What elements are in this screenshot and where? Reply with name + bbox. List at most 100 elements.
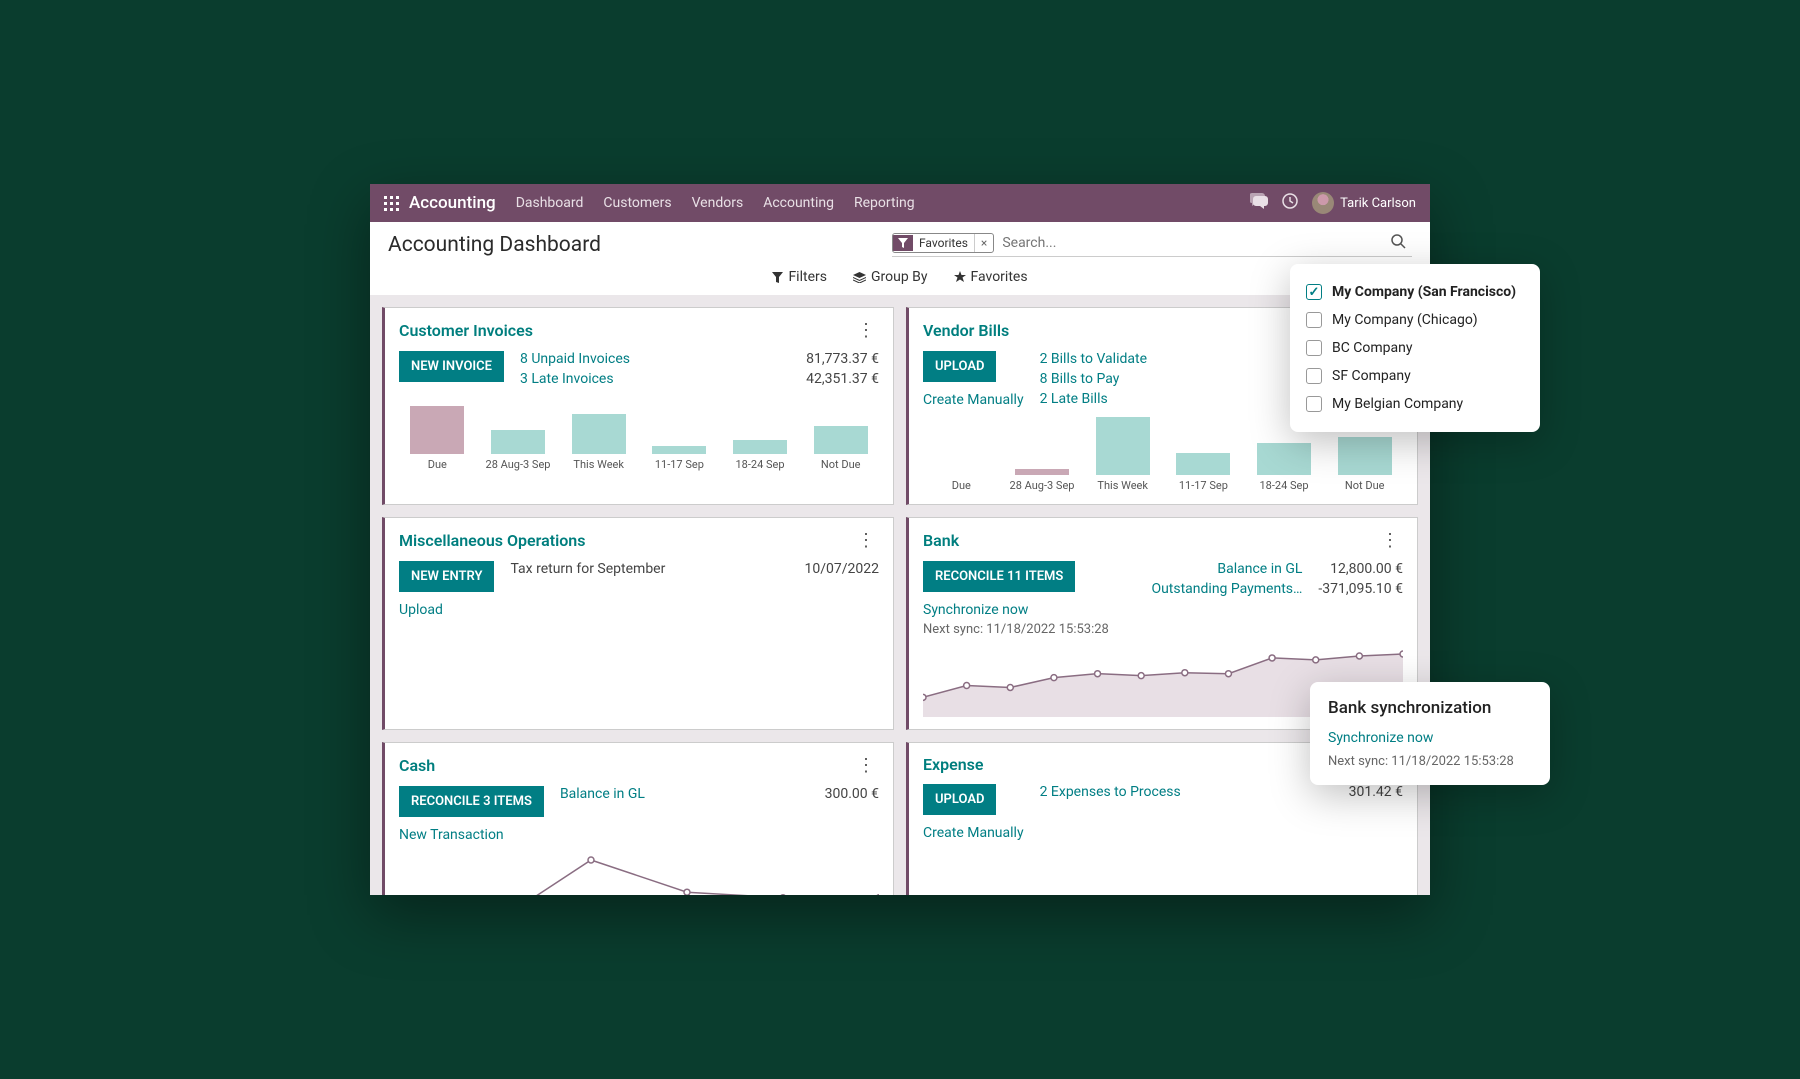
chip-label: Favorites [913, 234, 974, 252]
company-selector-popover: My Company (San Francisco) My Company (Ch… [1290, 264, 1540, 432]
new-entry-button[interactable]: NEW ENTRY [399, 561, 494, 592]
chart-label: 11-17 Sep [1179, 479, 1228, 492]
nav-dashboard[interactable]: Dashboard [516, 195, 584, 211]
messages-icon[interactable] [1250, 193, 1268, 213]
brand[interactable]: Accounting [409, 193, 496, 213]
topbar-right: Tarik Carlson [1250, 192, 1416, 214]
checkbox[interactable] [1306, 284, 1322, 300]
create-manually-link[interactable]: Create Manually [923, 392, 1024, 408]
nav-accounting[interactable]: Accounting [763, 195, 834, 211]
chart-label: This Week [1097, 479, 1148, 492]
new-invoice-button[interactable]: NEW INVOICE [399, 351, 504, 382]
apps-icon[interactable] [384, 196, 399, 211]
nav-reporting[interactable]: Reporting [854, 195, 915, 211]
chart-bar [1257, 443, 1311, 475]
chart-label: 28 Aug-3 Sep [486, 458, 551, 471]
chart-bar [410, 406, 464, 454]
upload-link[interactable]: Upload [399, 602, 443, 618]
company-option[interactable]: My Company (San Francisco) [1306, 278, 1524, 306]
search-input[interactable] [994, 232, 1385, 254]
new-transaction-link[interactable]: New Transaction [399, 827, 504, 843]
card-title[interactable]: Miscellaneous Operations [399, 531, 853, 550]
cash-balance: 300.00 € [825, 786, 879, 802]
create-manually-link[interactable]: Create Manually [923, 825, 1024, 841]
tax-return-date: 10/07/2022 [805, 561, 880, 577]
company-label: My Company (San Francisco) [1332, 284, 1516, 300]
groupby-button[interactable]: Group By [853, 269, 928, 285]
cash-line-chart [399, 853, 879, 895]
unpaid-amount: 81,773.37 € [806, 351, 879, 367]
nav-vendors[interactable]: Vendors [692, 195, 744, 211]
outstanding-link[interactable]: Outstanding Payments… [1151, 581, 1302, 597]
company-option[interactable]: My Belgian Company [1306, 390, 1524, 418]
unpaid-invoices-link[interactable]: 8 Unpaid Invoices [520, 351, 790, 367]
next-sync-text: Next sync: 11/18/2022 15:53:28 [923, 622, 1109, 637]
chart-bar [1176, 453, 1230, 475]
search-chip-favorites: Favorites × [892, 233, 994, 253]
filter-icon [893, 235, 913, 251]
invoice-bar-chart: Due28 Aug-3 SepThis Week11-17 Sep18-24 S… [399, 401, 879, 471]
card-customer-invoices: Customer Invoices ⋮ NEW INVOICE 8 Unpaid… [382, 307, 894, 505]
card-misc-operations: Miscellaneous Operations ⋮ NEW ENTRY Upl… [382, 517, 894, 730]
layers-icon [853, 272, 866, 283]
upload-button[interactable]: UPLOAD [923, 351, 996, 382]
checkbox[interactable] [1306, 368, 1322, 384]
chart-label: Not Due [1345, 479, 1385, 492]
late-amount: 42,351.37 € [806, 371, 879, 387]
card-title[interactable]: Bank [923, 531, 1377, 550]
expenses-process-link[interactable]: 2 Expenses to Process [1040, 784, 1333, 800]
cards-area: Customer Invoices ⋮ NEW INVOICE 8 Unpaid… [370, 295, 1430, 895]
checkbox[interactable] [1306, 340, 1322, 356]
balance-gl-link[interactable]: Balance in GL [1217, 561, 1302, 577]
company-option[interactable]: BC Company [1306, 334, 1524, 362]
chart-label: Not Due [821, 458, 861, 471]
company-option[interactable]: My Company (Chicago) [1306, 306, 1524, 334]
upload-button[interactable]: UPLOAD [923, 784, 996, 815]
filter-row: Filters Group By Favorites [370, 263, 1430, 295]
topbar: Accounting Dashboard Customers Vendors A… [370, 184, 1430, 222]
star-icon [954, 271, 966, 283]
card-title[interactable]: Customer Invoices [399, 321, 853, 340]
chart-label: This Week [573, 458, 624, 471]
search-icon[interactable] [1385, 234, 1412, 253]
activity-icon[interactable] [1282, 193, 1298, 213]
chart-label: 18-24 Sep [736, 458, 785, 471]
avatar [1312, 192, 1334, 214]
sync-now-link[interactable]: Synchronize now [1328, 730, 1532, 746]
nav-items: Dashboard Customers Vendors Accounting R… [516, 195, 1250, 211]
chart-bar [572, 414, 626, 454]
filters-button[interactable]: Filters [772, 269, 827, 285]
checkbox[interactable] [1306, 312, 1322, 328]
chart-label: Due [428, 458, 447, 471]
kebab-icon[interactable]: ⋮ [853, 755, 879, 776]
next-sync-text: Next sync: 11/18/2022 15:53:28 [1328, 754, 1514, 769]
balance-gl-link[interactable]: Balance in GL [560, 786, 809, 802]
chart-bar [814, 426, 868, 454]
kebab-icon[interactable]: ⋮ [853, 320, 879, 341]
company-option[interactable]: SF Company [1306, 362, 1524, 390]
company-label: BC Company [1332, 340, 1413, 356]
card-cash: Cash ⋮ RECONCILE 3 ITEMS New Transaction… [382, 742, 894, 895]
chip-close[interactable]: × [974, 234, 993, 252]
nav-customers[interactable]: Customers [603, 195, 671, 211]
balance-gl-value: 12,800.00 € [1318, 561, 1403, 577]
chart-label: 18-24 Sep [1260, 479, 1309, 492]
page-title: Accounting Dashboard [388, 233, 601, 257]
company-label: My Company (Chicago) [1332, 312, 1478, 328]
app-frame: Accounting Dashboard Customers Vendors A… [370, 184, 1430, 895]
kebab-icon[interactable]: ⋮ [853, 530, 879, 551]
favorites-button[interactable]: Favorites [954, 269, 1028, 285]
chart-bar [652, 446, 706, 454]
late-invoices-link[interactable]: 3 Late Invoices [520, 371, 790, 387]
chart-bar [491, 430, 545, 454]
sync-now-link[interactable]: Synchronize now [923, 602, 1028, 618]
username: Tarik Carlson [1340, 196, 1416, 211]
vendor-bar-chart: Due28 Aug-3 SepThis Week11-17 Sep18-24 S… [923, 422, 1403, 492]
user-menu[interactable]: Tarik Carlson [1312, 192, 1416, 214]
card-title[interactable]: Cash [399, 756, 853, 775]
kebab-icon[interactable]: ⋮ [1377, 530, 1403, 551]
reconcile-button[interactable]: RECONCILE 11 ITEMS [923, 561, 1075, 592]
reconcile-button[interactable]: RECONCILE 3 ITEMS [399, 786, 544, 817]
checkbox[interactable] [1306, 396, 1322, 412]
outstanding-value: -371,095.10 € [1318, 581, 1403, 597]
